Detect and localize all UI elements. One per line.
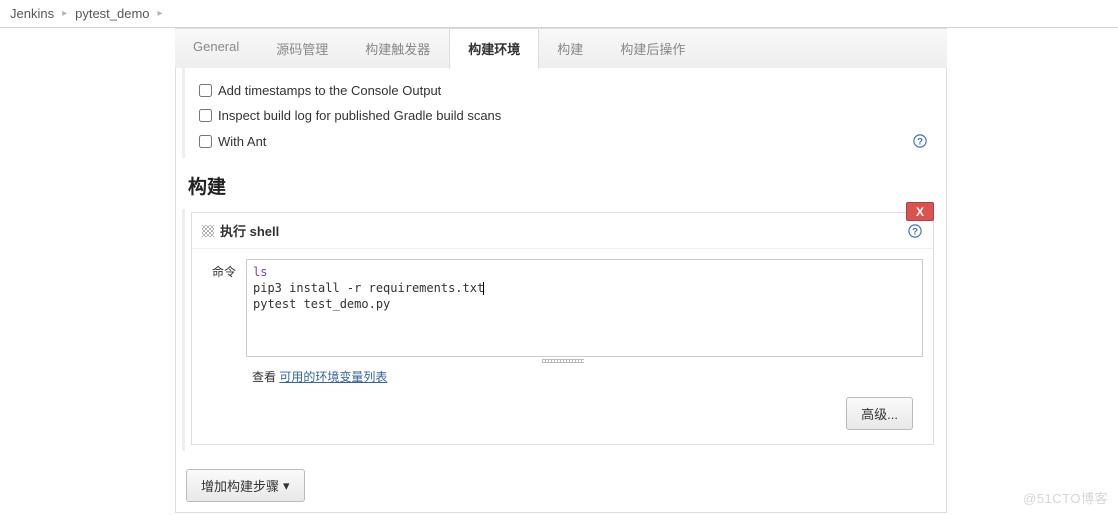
check-ant-row: With Ant ? [193,128,934,154]
shell-step-title: 执行 shell [220,221,279,240]
build-env-options: Add timestamps to the Console Output Ins… [182,68,940,158]
check-timestamps-label[interactable]: Add timestamps to the Console Output [199,83,441,98]
drag-handle-icon[interactable] [202,225,214,237]
check-gradle-text: Inspect build log for published Gradle b… [218,108,501,123]
caret-down-icon: ▾ [283,478,290,494]
chevron-right-icon: ▸ [62,8,67,19]
delete-step-button[interactable]: X [906,202,934,221]
check-gradle[interactable] [199,109,212,122]
shell-step-body: 命令 ls pip3 install -r requirements.txt p… [192,249,933,444]
env-vars-row: 查看 可用的环境变量列表 [202,360,923,393]
command-label: 命令 [202,259,236,280]
breadcrumb: Jenkins ▸ pytest_demo ▸ [0,0,1118,28]
breadcrumb-project[interactable]: pytest_demo [75,6,149,21]
env-vars-link[interactable]: 可用的环境变量列表 [279,370,387,384]
tab-post-build[interactable]: 构建后操作 [602,29,704,68]
config-content: Add timestamps to the Console Output Ins… [175,68,947,513]
svg-text:?: ? [917,137,923,148]
help-icon[interactable]: ? [912,133,928,149]
advanced-button[interactable]: 高级... [846,397,913,430]
check-gradle-label[interactable]: Inspect build log for published Gradle b… [199,108,501,123]
add-build-step-button[interactable]: 增加构建步骤 ▾ [186,469,305,502]
shell-step-header: 执行 shell ? [192,213,933,249]
config-panel: General 源码管理 构建触发器 构建环境 构建 构建后操作 Add tim… [175,28,947,513]
check-timestamps-text: Add timestamps to the Console Output [218,83,441,98]
watermark: @51CTO博客 [1023,488,1108,507]
tab-build[interactable]: 构建 [539,29,602,68]
check-ant[interactable] [199,135,212,148]
check-timestamps-row: Add timestamps to the Console Output [193,78,934,103]
add-build-step-label: 增加构建步骤 [201,476,279,495]
config-tabs: General 源码管理 构建触发器 构建环境 构建 构建后操作 [175,28,947,68]
tab-triggers[interactable]: 构建触发器 [347,29,449,68]
check-timestamps[interactable] [199,84,212,97]
check-gradle-row: Inspect build log for published Gradle b… [193,103,934,128]
section-build-title: 构建 [176,158,946,209]
tab-scm[interactable]: 源码管理 [258,29,347,68]
tab-build-env[interactable]: 构建环境 [449,28,539,69]
tab-general[interactable]: General [175,29,258,68]
check-ant-label[interactable]: With Ant [199,134,266,149]
chevron-right-icon: ▸ [158,8,163,19]
command-textarea[interactable]: ls pip3 install -r requirements.txt pyte… [246,259,923,357]
shell-step: X 执行 shell ? 命令 ls pip3 install -r requi… [191,212,934,445]
breadcrumb-root[interactable]: Jenkins [10,6,54,21]
svg-text:?: ? [912,226,918,237]
check-ant-text: With Ant [218,134,266,149]
env-see-label: 查看 [252,370,279,384]
help-icon[interactable]: ? [907,223,923,239]
build-steps: X 执行 shell ? 命令 ls pip3 install -r requi… [182,209,940,451]
